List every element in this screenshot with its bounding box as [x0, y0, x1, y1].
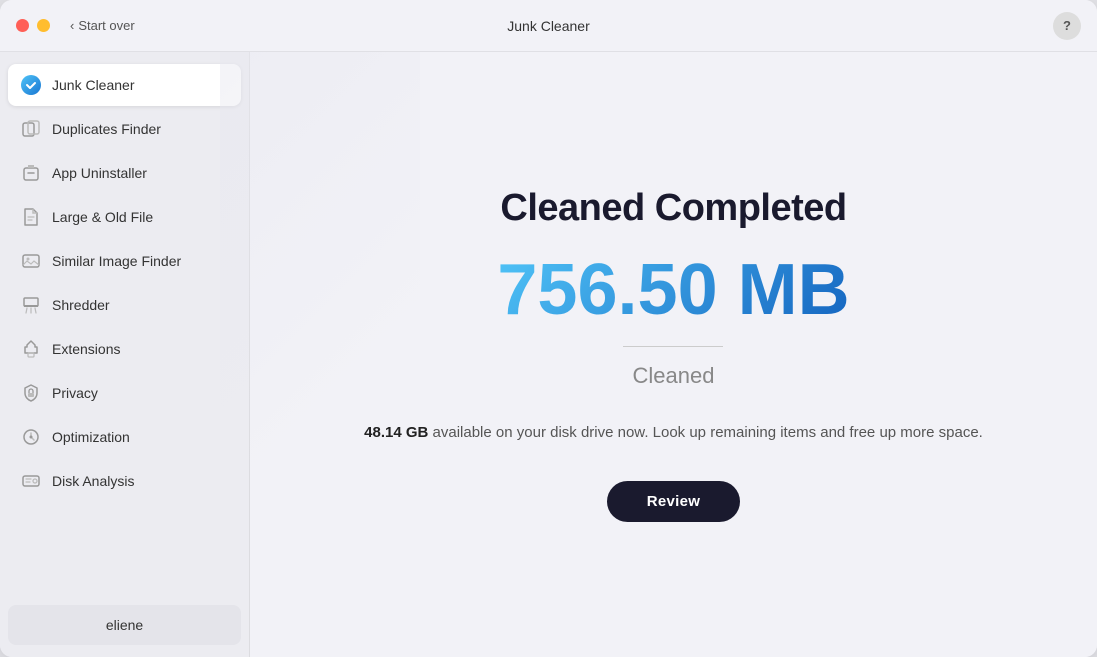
disk-available: 48.14 GB [364, 424, 428, 441]
start-over-button[interactable]: ‹ Start over [70, 18, 135, 33]
sidebar-item-extensions[interactable]: Extensions [8, 328, 241, 370]
review-button[interactable]: Review [607, 481, 741, 522]
sidebar-item-disk-analysis[interactable]: Disk Analysis [8, 460, 241, 502]
traffic-lights [16, 19, 50, 32]
sidebar-item-optimization[interactable]: Optimization [8, 416, 241, 458]
disk-icon [20, 470, 42, 492]
chevron-left-icon: ‹ [70, 18, 74, 33]
review-label: Review [647, 493, 701, 510]
file-icon [20, 206, 42, 228]
username-label: eliene [106, 617, 143, 633]
start-over-label: Start over [78, 18, 134, 33]
sidebar-item-label: Shredder [52, 297, 110, 313]
sidebar-item-duplicates-finder[interactable]: Duplicates Finder [8, 108, 241, 150]
sidebar-item-label: Disk Analysis [52, 473, 134, 489]
duplicates-icon [20, 118, 42, 140]
title-bar: ‹ Start over Junk Cleaner ? [0, 0, 1097, 52]
sidebar-item-app-uninstaller[interactable]: App Uninstaller [8, 152, 241, 194]
content-inner: Cleaned Completed 756.50 MB Cleaned 48.1… [364, 187, 983, 522]
app-window: ‹ Start over Junk Cleaner ? [0, 0, 1097, 657]
content-area: Cleaned Completed 756.50 MB Cleaned 48.1… [250, 52, 1097, 657]
junk-icon [20, 74, 42, 96]
sidebar-item-label: Extensions [52, 341, 120, 357]
close-button[interactable] [16, 19, 29, 32]
minimize-button[interactable] [37, 19, 50, 32]
divider [623, 346, 723, 347]
sidebar-item-shredder[interactable]: Shredder [8, 284, 241, 326]
user-profile[interactable]: eliene [8, 605, 241, 645]
sidebar-item-label: Optimization [52, 429, 130, 445]
disk-info: 48.14 GB available on your disk drive no… [364, 421, 983, 445]
sidebar: Junk Cleaner Duplicates Finder [0, 52, 250, 657]
sidebar-item-junk-cleaner[interactable]: Junk Cleaner [8, 64, 241, 106]
sidebar-item-similar-image-finder[interactable]: Similar Image Finder [8, 240, 241, 282]
help-button[interactable]: ? [1053, 12, 1081, 40]
sidebar-item-large-old-file[interactable]: Large & Old File [8, 196, 241, 238]
extensions-icon [20, 338, 42, 360]
sidebar-item-label: Junk Cleaner [52, 77, 135, 93]
cleaned-label: Cleaned [633, 363, 715, 389]
sidebar-item-label: Duplicates Finder [52, 121, 161, 137]
main-layout: Junk Cleaner Duplicates Finder [0, 52, 1097, 657]
help-label: ? [1063, 18, 1071, 33]
sidebar-item-label: Similar Image Finder [52, 253, 181, 269]
sidebar-item-label: App Uninstaller [52, 165, 147, 181]
shredder-icon [20, 294, 42, 316]
uninstaller-icon [20, 162, 42, 184]
headline: Cleaned Completed [500, 187, 846, 230]
image-icon [20, 250, 42, 272]
privacy-icon [20, 382, 42, 404]
window-title: Junk Cleaner [507, 18, 590, 34]
sidebar-item-label: Privacy [52, 385, 98, 401]
sidebar-item-label: Large & Old File [52, 209, 153, 225]
cleaned-amount: 756.50 MB [497, 254, 849, 326]
optimization-icon [20, 426, 42, 448]
sidebar-nav: Junk Cleaner Duplicates Finder [8, 64, 241, 605]
sidebar-item-privacy[interactable]: Privacy [8, 372, 241, 414]
disk-info-suffix: available on your disk drive now. Look u… [428, 424, 982, 441]
